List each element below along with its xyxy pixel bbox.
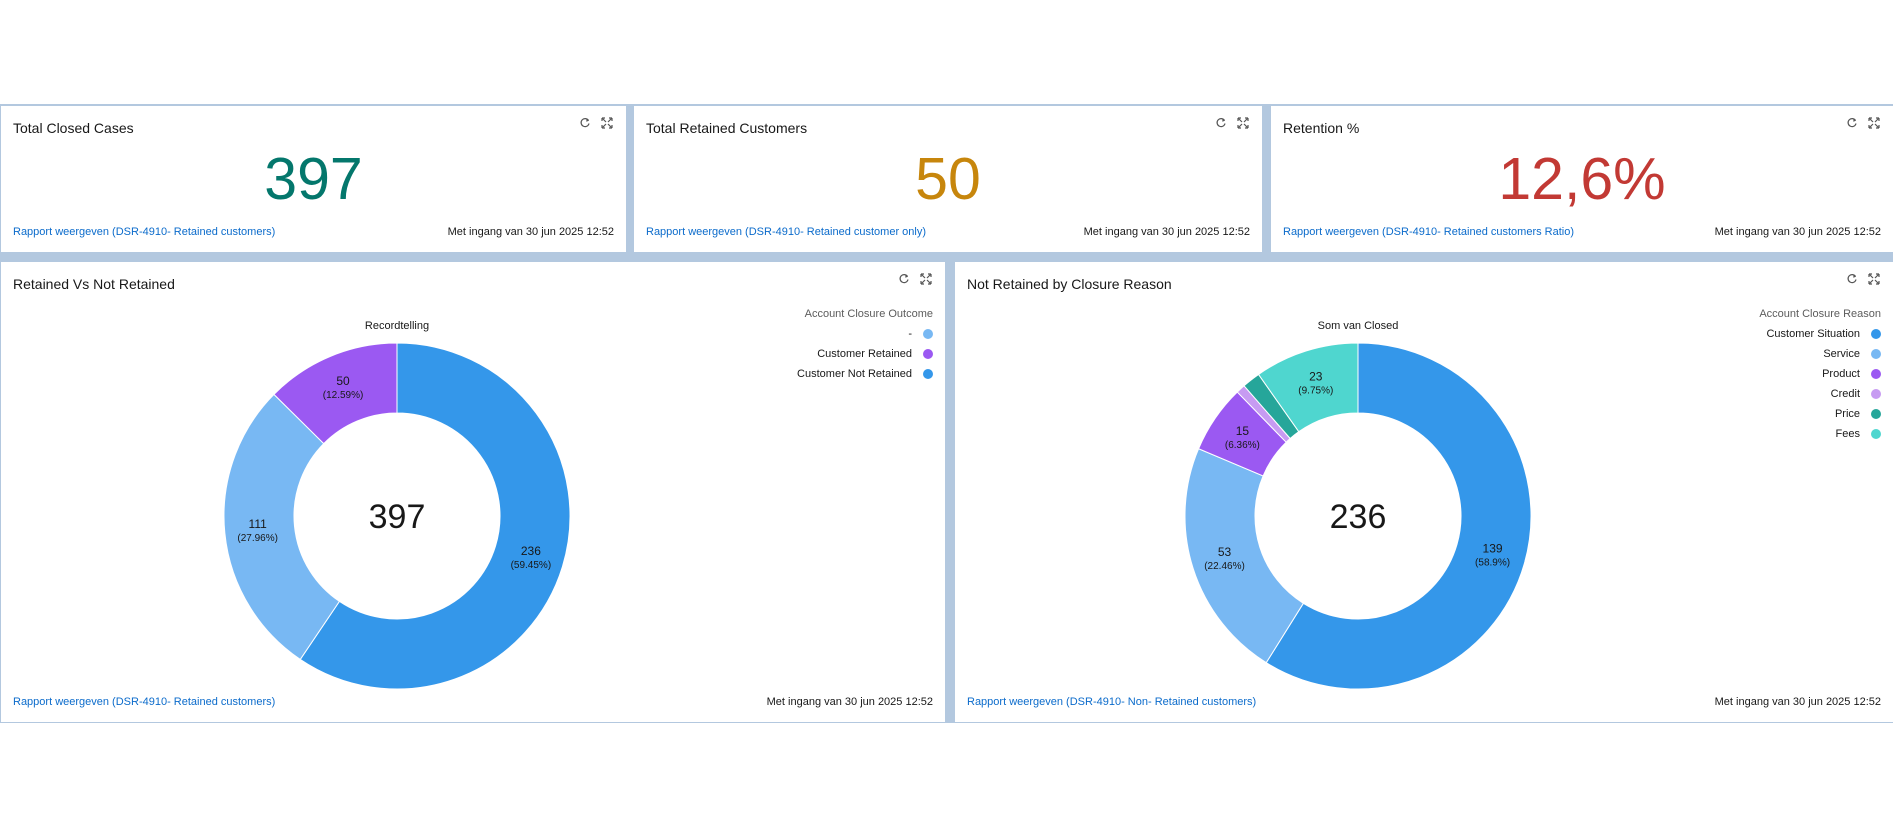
expand-icon[interactable] bbox=[1236, 116, 1250, 130]
slice-percent-label: (9.75%) bbox=[1298, 386, 1333, 397]
legend-title: Account Closure Outcome bbox=[804, 308, 933, 320]
legend-dot bbox=[1871, 369, 1881, 379]
card-tools bbox=[578, 116, 614, 130]
chart-title: Som van Closed bbox=[1318, 320, 1399, 332]
slice-value-label: 23 bbox=[1309, 370, 1323, 384]
donut-center-total: 236 bbox=[1330, 498, 1387, 536]
slice-value-label: 15 bbox=[1236, 424, 1250, 438]
slice-percent-label: (58.9%) bbox=[1475, 558, 1510, 569]
legend-item-label: - bbox=[908, 328, 912, 340]
legend-item-label: Customer Retained bbox=[817, 348, 912, 360]
as-of-timestamp: Met ingang van 30 jun 2025 12:52 bbox=[766, 696, 933, 708]
slice-percent-label: (6.36%) bbox=[1225, 440, 1260, 451]
card-tools bbox=[1214, 116, 1250, 130]
donut-slice-1[interactable] bbox=[1184, 448, 1305, 664]
slice-percent-label: (59.45%) bbox=[511, 560, 552, 571]
as-of-timestamp: Met ingang van 30 jun 2025 12:52 bbox=[1714, 226, 1881, 238]
legend-item[interactable]: Customer Not Retained bbox=[797, 364, 933, 384]
legend-item[interactable]: Customer Situation bbox=[1759, 324, 1881, 344]
legend-item[interactable]: - bbox=[797, 324, 933, 344]
view-report-link[interactable]: Rapport weergeven (DSR-4910- Retained cu… bbox=[13, 226, 275, 238]
slice-value-label: 111 bbox=[249, 517, 268, 531]
chart-title: Recordtelling bbox=[365, 320, 429, 332]
legend-dot bbox=[1871, 409, 1881, 419]
donut-center-total: 397 bbox=[369, 498, 426, 536]
legend-item-label: Price bbox=[1834, 408, 1860, 420]
view-report-link[interactable]: Rapport weergeven (DSR-4910- Retained cu… bbox=[1283, 226, 1574, 238]
card-title: Retention % bbox=[1283, 120, 1360, 136]
legend-item-label: Service bbox=[1823, 348, 1860, 360]
view-report-link[interactable]: Rapport weergeven (DSR-4910- Retained cu… bbox=[13, 696, 275, 708]
chart-legend: Account Closure Outcome - Customer Retain… bbox=[797, 308, 933, 384]
slice-percent-label: (12.59%) bbox=[323, 390, 364, 401]
legend-dot bbox=[923, 349, 933, 359]
view-report-link[interactable]: Rapport weergeven (DSR-4910- Retained cu… bbox=[646, 226, 926, 238]
total-retained-customers-card: Total Retained Customers 50 Rapport weer… bbox=[634, 106, 1262, 252]
card-title: Total Closed Cases bbox=[13, 120, 134, 136]
legend-item[interactable]: Product bbox=[1759, 364, 1881, 384]
slice-percent-label: (22.46%) bbox=[1204, 561, 1245, 572]
refresh-icon[interactable] bbox=[1214, 116, 1228, 130]
legend-dot bbox=[1871, 429, 1881, 439]
legend-item[interactable]: Customer Retained bbox=[797, 344, 933, 364]
legend-item-label: Customer Not Retained bbox=[797, 368, 912, 380]
retained-vs-not-retained-card: Retained Vs Not Retained Recordtelling 23… bbox=[1, 262, 945, 722]
legend-item[interactable]: Service bbox=[1759, 344, 1881, 364]
legend-item[interactable]: Credit bbox=[1759, 384, 1881, 404]
legend-item-label: Fees bbox=[1835, 428, 1860, 440]
slice-percent-label: (27.96%) bbox=[237, 533, 278, 544]
as-of-timestamp: Met ingang van 30 jun 2025 12:52 bbox=[1083, 226, 1250, 238]
legend-dot bbox=[1871, 349, 1881, 359]
slice-value-label: 50 bbox=[336, 374, 350, 388]
legend-item-label: Credit bbox=[1830, 388, 1860, 400]
legend-dot bbox=[1871, 329, 1881, 339]
not-retained-by-closure-reason-card: Not Retained by Closure Reason Som van C… bbox=[955, 262, 1893, 722]
closure-reason-donut-chart: Som van Closed 139 (58.9%) 53 (22.46%) 15 (6.3… bbox=[1184, 320, 1532, 690]
legend-title: Account Closure Reason bbox=[1759, 308, 1881, 320]
legend-item-label: Customer Situation bbox=[1766, 328, 1860, 340]
legend-dot bbox=[923, 369, 933, 379]
total-closed-cases-card: Total Closed Cases 397 Rapport weergeven… bbox=[1, 106, 626, 252]
card-title: Total Retained Customers bbox=[646, 120, 808, 136]
legend-dot bbox=[1871, 389, 1881, 399]
expand-icon[interactable] bbox=[1867, 116, 1881, 130]
as-of-timestamp: Met ingang van 30 jun 2025 12:52 bbox=[1714, 696, 1881, 708]
view-report-link[interactable]: Rapport weergeven (DSR-4910- Non- Retain… bbox=[967, 696, 1256, 708]
retention-percent-card: Retention % 12,6% Rapport weergeven (DSR… bbox=[1271, 106, 1893, 252]
expand-icon[interactable] bbox=[600, 116, 614, 130]
chart-legend: Account Closure Reason Customer Situatio… bbox=[1759, 308, 1881, 444]
total-retained-customers-value: 50 bbox=[915, 146, 981, 212]
slice-value-label: 236 bbox=[521, 544, 541, 558]
legend-item[interactable]: Price bbox=[1759, 404, 1881, 424]
legend-item[interactable]: Fees bbox=[1759, 424, 1881, 444]
legend-dot bbox=[923, 329, 933, 339]
retention-percent-value: 12,6% bbox=[1498, 146, 1666, 212]
legend-item-label: Product bbox=[1822, 368, 1860, 380]
card-tools bbox=[1845, 116, 1881, 130]
refresh-icon[interactable] bbox=[1845, 116, 1859, 130]
total-closed-cases-value: 397 bbox=[264, 146, 363, 212]
slice-value-label: 139 bbox=[1483, 542, 1503, 556]
refresh-icon[interactable] bbox=[578, 116, 592, 130]
as-of-timestamp: Met ingang van 30 jun 2025 12:52 bbox=[447, 226, 614, 238]
slice-value-label: 53 bbox=[1218, 545, 1232, 559]
